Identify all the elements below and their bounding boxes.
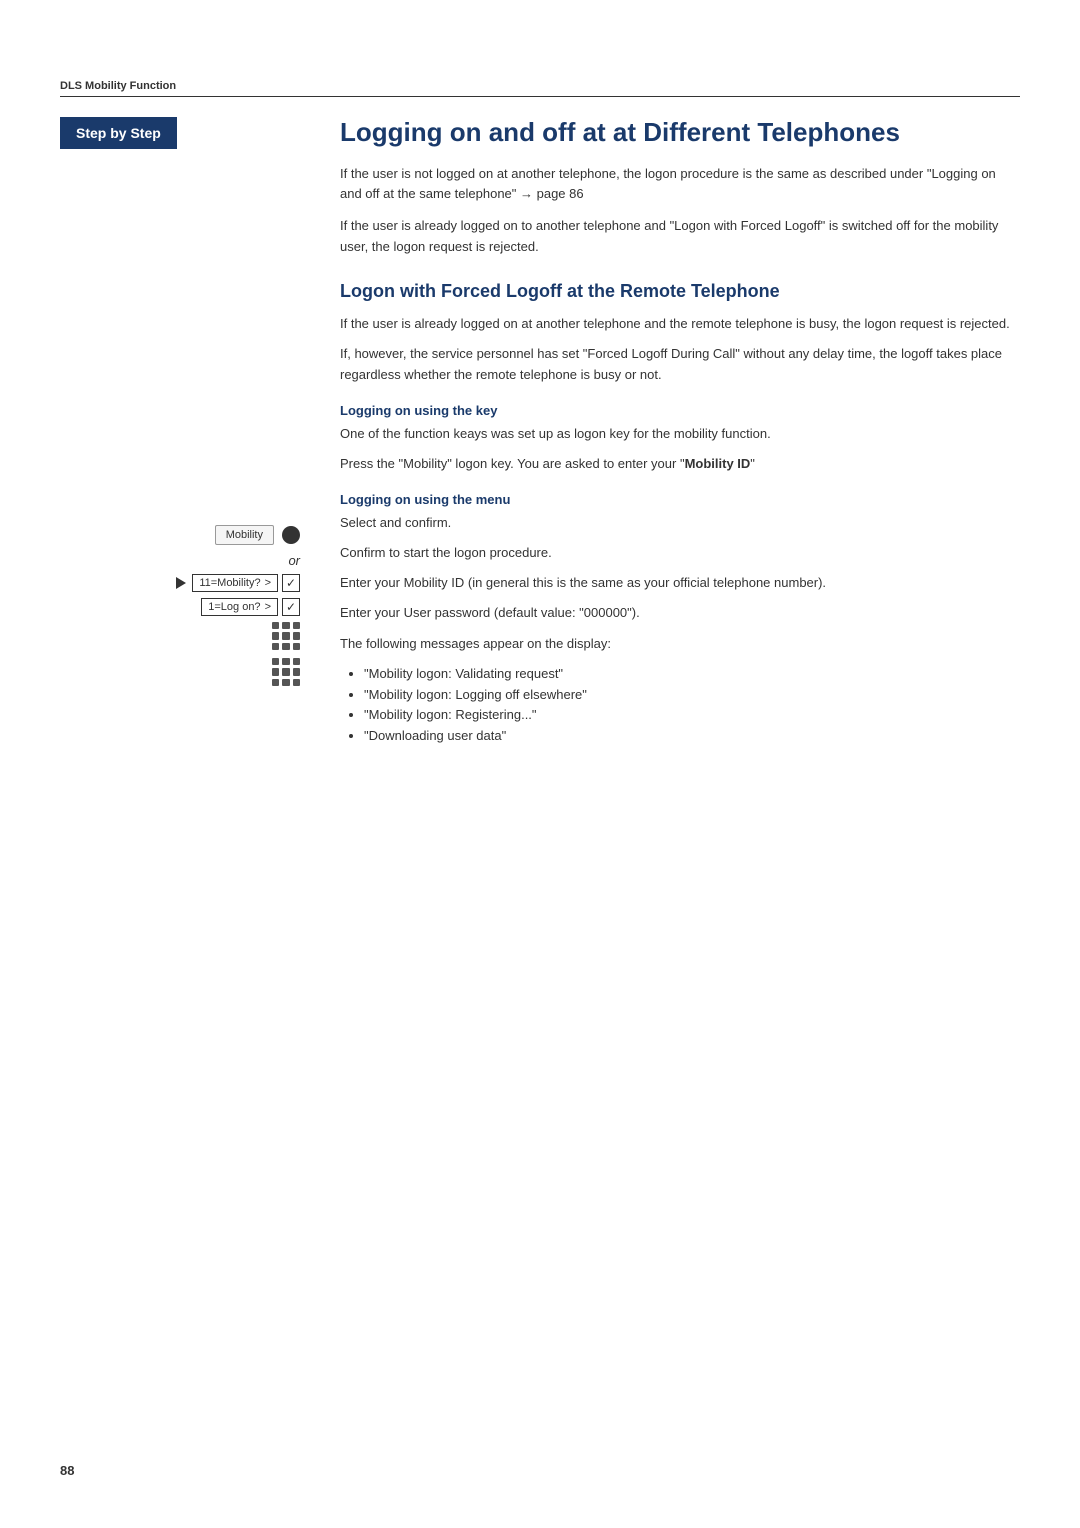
para-2: If, however, the service personnel has s… — [340, 344, 1020, 384]
icon-row-1 — [60, 622, 300, 650]
bullet-item-4: "Downloading user data" — [364, 726, 1020, 747]
para-key: One of the function keays was set up as … — [340, 424, 1020, 444]
left-spacer — [60, 165, 300, 525]
icon-row-2 — [60, 658, 300, 686]
menu-row-2: 1=Log on? > ✓ — [60, 598, 300, 616]
menu-item-box-2: 1=Log on? > — [201, 598, 278, 616]
menu-arrow-2: > — [265, 601, 271, 613]
mobility-key-row: Mobility — [60, 525, 300, 545]
right-column: Logging on and off at at Different Telep… — [320, 117, 1020, 747]
mobility-id-bold: Mobility ID — [685, 456, 751, 471]
bullet-item-3: "Mobility logon: Registering..." — [364, 705, 1020, 726]
keypad-icon-2 — [272, 658, 300, 686]
menu-item-2-label: 1=Log on? — [208, 601, 260, 613]
bullet-item-1: "Mobility logon: Validating request" — [364, 664, 1020, 685]
para-mobility-press: Press the "Mobility" logon key. You are … — [340, 454, 1020, 474]
keypad-icon-1 — [272, 622, 300, 650]
section-heading: Logon with Forced Logoff at the Remote T… — [340, 281, 1020, 303]
intro-para-2: If the user is already logged on to anot… — [340, 216, 1020, 256]
menu-arrow-1: > — [265, 577, 271, 589]
header-label: DLS Mobility Function — [60, 80, 1020, 92]
check-box-1: ✓ — [282, 574, 300, 592]
enter-password: Enter your User password (default value:… — [340, 603, 1020, 623]
bullet-item-2: "Mobility logon: Logging off elsewhere" — [364, 685, 1020, 706]
intro-para-1: If the user is not logged on at another … — [340, 164, 1020, 204]
enter-mobility-id: Enter your Mobility ID (in general this … — [340, 573, 1020, 593]
main-layout: Step by Step Mobility or 11=Mobility? > … — [60, 117, 1020, 747]
page-number: 88 — [60, 1463, 74, 1478]
or-label: or — [60, 553, 300, 568]
menu-item-1-label: 11=Mobility? — [199, 577, 260, 589]
select-confirm: Select and confirm. — [340, 513, 1020, 533]
header-rule — [60, 96, 1020, 97]
step-by-step-box: Step by Step — [60, 117, 177, 149]
play-icon-1 — [176, 577, 186, 589]
menu-item-box-1: 11=Mobility? > — [192, 574, 278, 592]
check-box-2: ✓ — [282, 598, 300, 616]
mobility-button: Mobility — [215, 525, 274, 545]
page-container: DLS Mobility Function Step by Step Mobil… — [0, 0, 1080, 1528]
para-1: If the user is already logged on at anot… — [340, 314, 1020, 334]
bullet-list: "Mobility logon: Validating request" "Mo… — [364, 664, 1020, 747]
sub-heading-key: Logging on using the key — [340, 403, 1020, 418]
messages-intro: The following messages appear on the dis… — [340, 634, 1020, 654]
confirm-logon: Confirm to start the logon procedure. — [340, 543, 1020, 563]
main-title: Logging on and off at at Different Telep… — [340, 117, 1020, 148]
sub-heading-menu: Logging on using the menu — [340, 492, 1020, 507]
circle-indicator — [282, 526, 300, 544]
menu-row-1: 11=Mobility? > ✓ — [60, 574, 300, 592]
left-column: Step by Step Mobility or 11=Mobility? > … — [60, 117, 320, 747]
